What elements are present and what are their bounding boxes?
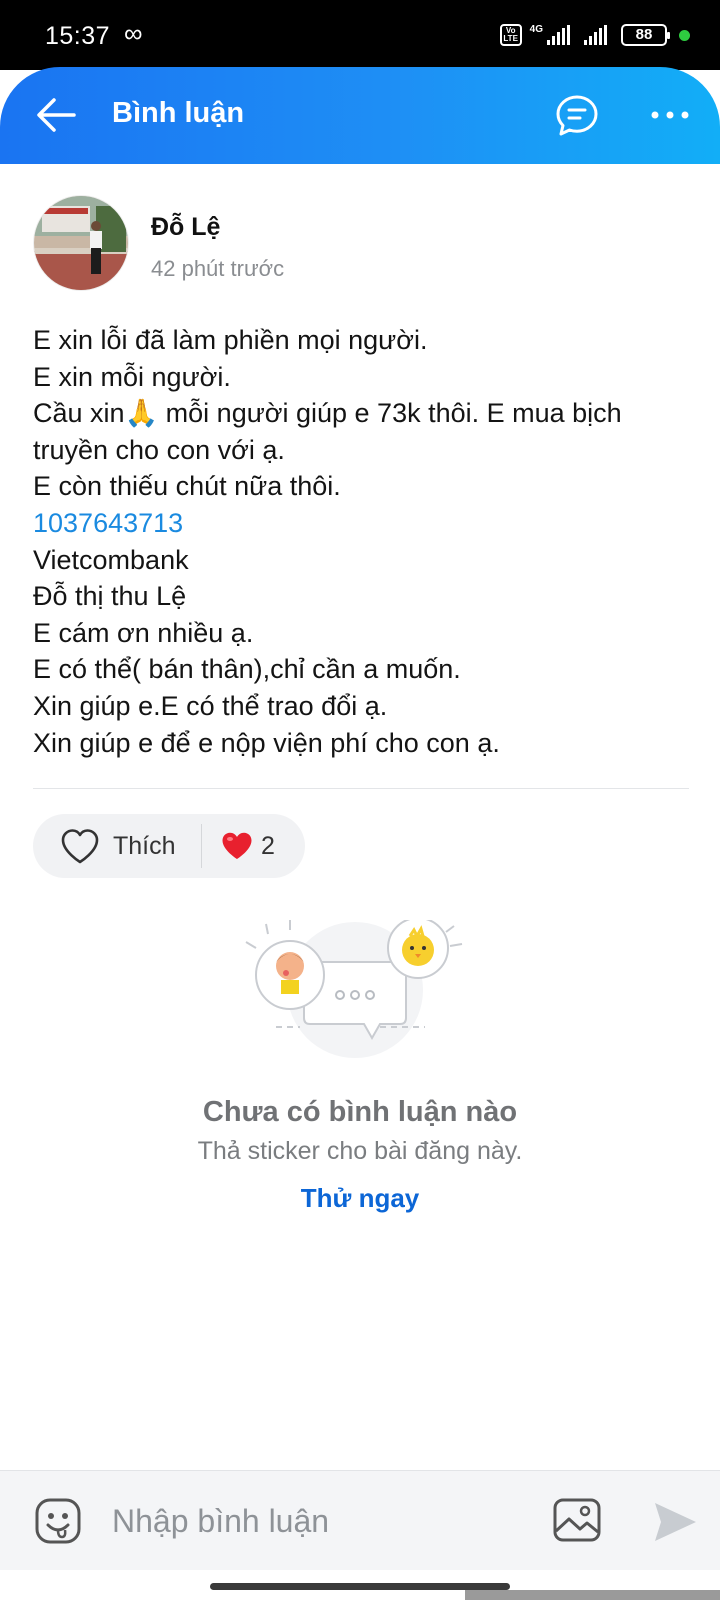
post-line: Đỗ thị thu Lệ: [33, 581, 187, 612]
comment-input[interactable]: [112, 1491, 512, 1551]
empty-comments-illustration: [245, 920, 463, 1058]
avatar[interactable]: [33, 195, 129, 291]
like-label: Thích: [113, 832, 176, 860]
pill-separator: [201, 824, 202, 868]
emoji-smile-icon: [35, 1498, 81, 1544]
post-line: Cầu xin🙏 mỗi người giúp e 73k thôi. E mu…: [33, 398, 622, 429]
status-bar: 15:37 ∞ Vo LTE 4G 88: [0, 0, 720, 70]
try-now-link[interactable]: Thử ngay: [0, 1183, 720, 1214]
privacy-dot-icon: [679, 29, 690, 41]
chat-button[interactable]: [554, 93, 600, 139]
volte-icon: Vo LTE: [499, 24, 522, 46]
empty-state-subtitle: Thả sticker cho bài đăng này.: [197, 1137, 523, 1165]
divider: [33, 788, 689, 789]
post-line: E xin mỗi người.: [33, 361, 231, 392]
signal-icon-2: [584, 25, 607, 45]
image-icon: [553, 1498, 601, 1542]
post-line: truyền cho con với ạ.: [33, 434, 285, 465]
avatar-photo: [34, 196, 128, 290]
heart-outline-icon: [61, 829, 99, 864]
post-line: Xin giúp e để e nộp viện phí cho con ạ.: [33, 727, 500, 758]
post-line: Xin giúp e.E có thể trao đổi ạ.: [33, 690, 388, 721]
account-number-link[interactable]: 1037643713: [33, 505, 693, 542]
network-type: 4G: [529, 23, 543, 35]
post-line: E cám ơn nhiều ạ.: [33, 617, 254, 648]
post-line: Vietcombank: [33, 544, 189, 575]
reaction-count-button[interactable]: 2: [221, 814, 301, 878]
reaction-bar: Thích 2: [33, 814, 305, 878]
reaction-count: 2: [261, 832, 275, 860]
send-icon: [655, 1503, 696, 1541]
post-line: E có thể( bán thân),chỉ cần a muốn.: [33, 654, 461, 685]
post-timestamp: 42 phút trước: [151, 256, 285, 281]
page-title: Bình luận: [112, 97, 245, 129]
home-bar-edge: [465, 1590, 720, 1600]
infinity-icon: ∞: [124, 18, 143, 48]
signal-icon: [547, 25, 570, 45]
empty-state-title: Chưa có bình luận nào: [202, 1096, 518, 1128]
red-heart-icon: [222, 832, 252, 859]
status-time: 15:37: [45, 22, 111, 50]
app-header: Bình luận: [0, 67, 720, 164]
send-button[interactable]: [652, 1499, 698, 1545]
attach-image-button[interactable]: [552, 1497, 602, 1543]
comment-composer: [0, 1470, 720, 1570]
arrow-left-icon: [37, 98, 76, 132]
status-indicators: Vo LTE 4G 88: [499, 23, 690, 46]
author-name[interactable]: Đỗ Lệ: [151, 213, 220, 242]
post-line: E xin lỗi đã làm phiền mọi người.: [33, 325, 428, 355]
home-indicator[interactable]: [210, 1583, 510, 1590]
post-line: E còn thiếu chút nữa thôi.: [33, 471, 341, 502]
back-button[interactable]: [34, 95, 78, 135]
chat-bubble-icon: [556, 95, 598, 136]
more-options-button[interactable]: [648, 95, 692, 135]
post-content: E xin lỗi đã làm phiền mọi người. E xin …: [33, 322, 693, 761]
like-button[interactable]: Thích: [33, 814, 201, 878]
battery-icon: 88: [621, 24, 670, 46]
emoji-button[interactable]: [34, 1497, 82, 1545]
more-horizontal-icon: [651, 111, 689, 119]
